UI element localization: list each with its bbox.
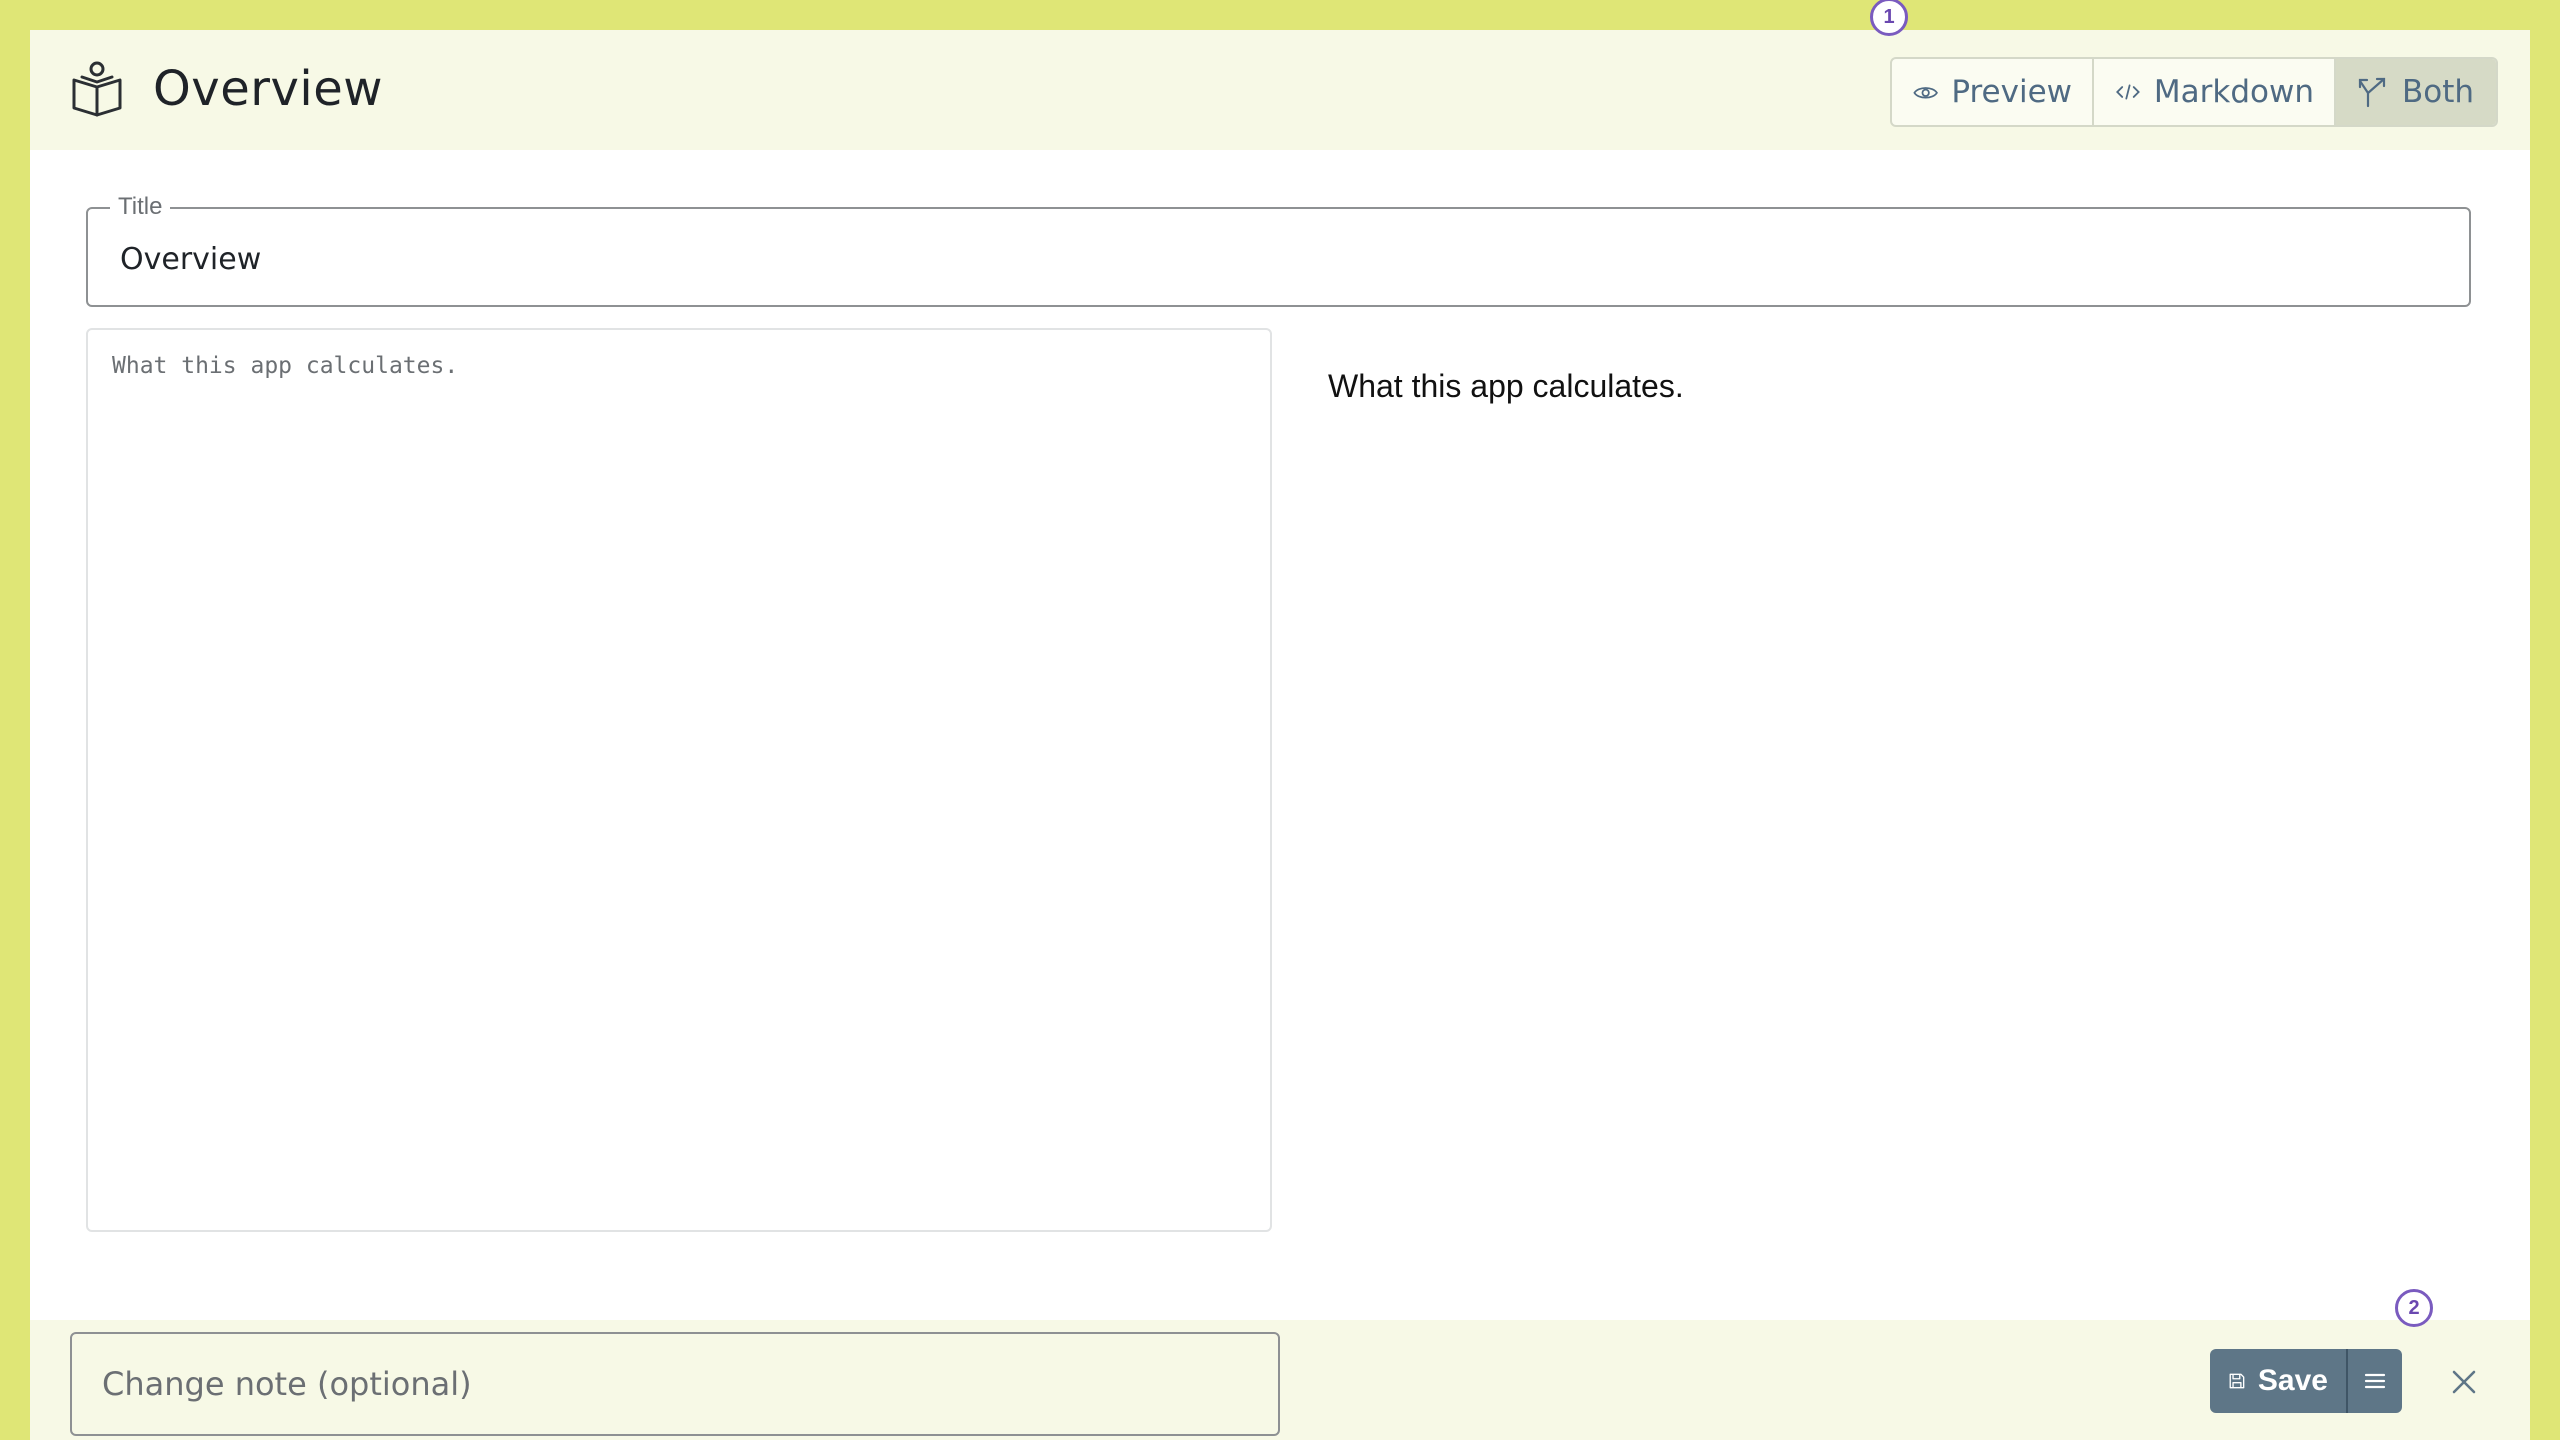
- dialog-footer: Save: [30, 1320, 2530, 1440]
- markdown-mode-button[interactable]: Markdown: [2094, 59, 2336, 125]
- save-button[interactable]: Save: [2210, 1349, 2346, 1413]
- menu-icon: [2364, 1373, 2386, 1389]
- dialog-header: Overview Preview Markdown Both: [30, 30, 2530, 150]
- floppy-disk-icon: [2229, 1373, 2245, 1389]
- both-mode-button[interactable]: Both: [2336, 59, 2496, 125]
- code-icon: [2116, 84, 2140, 100]
- book-reader-icon: [72, 61, 122, 117]
- save-options-menu-button[interactable]: [2346, 1349, 2402, 1413]
- split-icon: [2358, 77, 2386, 108]
- preview-text: What this app calculates.: [1328, 368, 1684, 404]
- page-title: Overview: [153, 61, 383, 117]
- change-note-input[interactable]: [70, 1332, 1280, 1436]
- editor-body: Title What this app calculates. What thi…: [30, 150, 2530, 1320]
- save-label: Save: [2257, 1364, 2328, 1397]
- close-icon[interactable]: [2444, 1362, 2484, 1402]
- markdown-preview: What this app calculates.: [1328, 328, 2478, 1232]
- markdown-editor[interactable]: What this app calculates.: [86, 328, 1272, 1232]
- title-field: Title: [86, 193, 2471, 307]
- step-badge-2: 2: [2395, 1289, 2433, 1327]
- title-input[interactable]: [118, 233, 2422, 285]
- preview-mode-label: Preview: [1951, 74, 2072, 110]
- both-mode-label: Both: [2402, 74, 2475, 110]
- view-mode-toggle: Preview Markdown Both: [1890, 57, 2498, 127]
- editor-dialog: Overview Preview Markdown Both Title Ove…: [30, 30, 2530, 1440]
- preview-mode-button[interactable]: Preview: [1892, 59, 2094, 125]
- eye-icon: [1913, 87, 1938, 99]
- title-field-label: Title: [110, 193, 171, 221]
- markdown-mode-label: Markdown: [2153, 74, 2314, 110]
- save-button-group: Save: [2210, 1349, 2402, 1413]
